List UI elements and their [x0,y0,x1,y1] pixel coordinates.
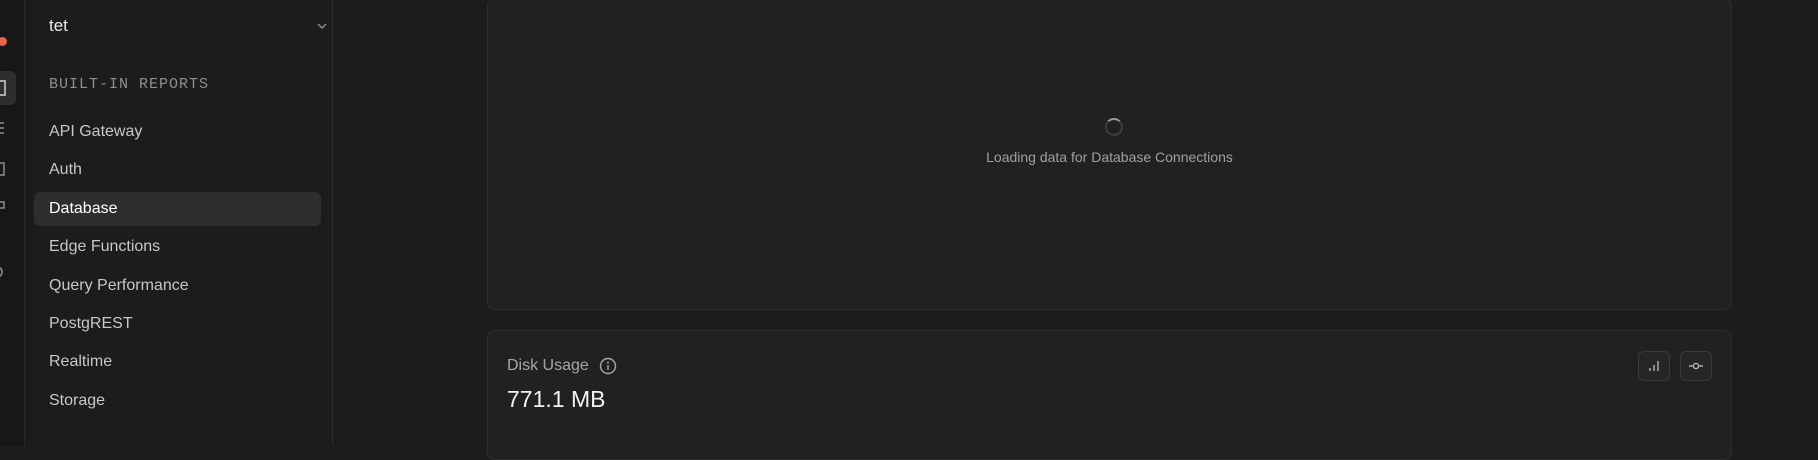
notification-dot [0,37,7,46]
info-icon[interactable] [599,357,617,375]
list-icon[interactable] [0,121,6,135]
reports-nav: API Gateway Auth Database Edge Functions… [34,115,321,422]
disk-usage-header: Disk Usage [507,357,617,375]
settings-icon[interactable] [0,265,6,279]
sidebar-item-query-performance[interactable]: Query Performance [34,269,321,303]
commit-icon [1688,359,1704,373]
sidebar-item-database[interactable]: Database [34,191,321,226]
project-name: tet [49,16,68,35]
sidebar-item-storage[interactable]: Storage [34,384,321,418]
disk-usage-value: 771.1 MB [507,386,606,412]
project-selector[interactable]: tet [49,14,331,38]
sidebar-item-edge-functions[interactable]: Edge Functions [34,230,321,264]
loading-text: Loading data for Database Connections [986,149,1233,165]
bar-chart-icon [1647,359,1661,373]
sidebar-item-postgrest[interactable]: PostgREST [34,307,321,341]
sidebar-item-realtime[interactable]: Realtime [34,345,321,379]
disk-usage-label: Disk Usage [507,357,589,374]
loading-spinner-icon [1105,118,1123,136]
chart-toggle-button[interactable] [1638,351,1670,381]
sidebar-item-api-gateway[interactable]: API Gateway [34,115,321,149]
icon-rail [0,0,25,446]
document-icon[interactable] [0,160,6,176]
layout-icon[interactable] [0,201,6,215]
reports-sidebar: tet BUILT-IN REPORTS API Gateway Auth Da… [25,0,333,446]
disk-usage-card: Disk Usage 771.1 MB [487,330,1732,460]
section-title: BUILT-IN REPORTS [49,76,210,93]
chevron-down-icon [315,19,329,33]
sidebar-item-auth[interactable]: Auth [34,153,321,187]
reports-icon[interactable] [0,80,6,96]
database-connections-card: Loading data for Database Connections [487,0,1732,310]
main-content: Loading data for Database Connections Di… [333,0,1818,460]
expand-button[interactable] [1680,351,1712,381]
